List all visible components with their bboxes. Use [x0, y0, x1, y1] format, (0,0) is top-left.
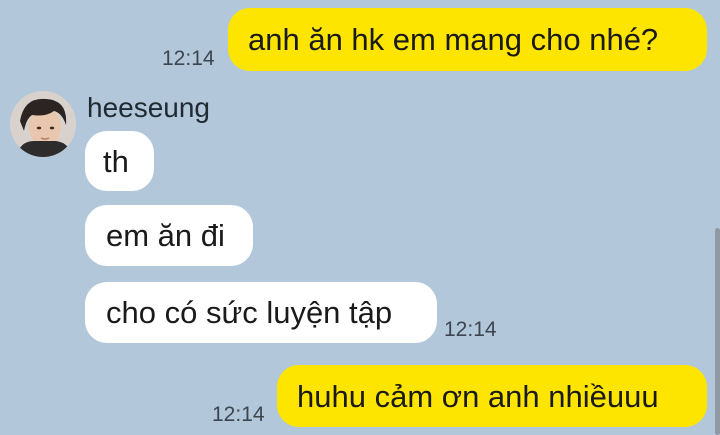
incoming-message-bubble[interactable]: cho có sức luyện tập [85, 282, 437, 343]
outgoing-message-bubble[interactable]: anh ăn hk em mang cho nhé? [228, 8, 707, 71]
avatar[interactable] [10, 91, 76, 157]
incoming-message-bubble[interactable]: th [85, 131, 154, 191]
scrollbar[interactable] [715, 228, 720, 435]
message-timestamp: 12:14 [444, 318, 497, 341]
message-timestamp: 12:14 [212, 403, 265, 426]
sender-name: heeseung [87, 92, 211, 123]
message-timestamp: 12:14 [162, 47, 215, 70]
incoming-message-bubble[interactable]: em ăn đi [85, 205, 253, 266]
outgoing-message-bubble[interactable]: huhu cảm ơn anh nhiềuuu [277, 365, 707, 427]
